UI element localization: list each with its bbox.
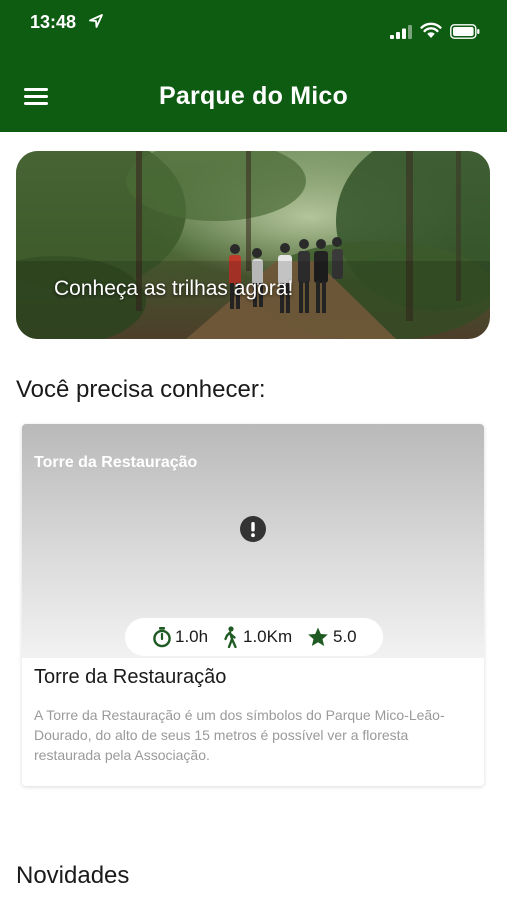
forest-trail-image	[16, 151, 490, 339]
status-time: 13:48	[30, 12, 77, 32]
hiker-icon	[224, 626, 237, 648]
distance-value: 1.0Km	[243, 627, 293, 646]
app-header: 13:48 Parque do Mico	[0, 0, 507, 132]
card-image-title: Torre da Restauração	[34, 454, 198, 471]
rating-stat: 5.0	[307, 627, 357, 647]
app-title: Parque do Mico	[159, 82, 348, 110]
stopwatch-icon	[153, 627, 171, 648]
rating-value: 5.0	[333, 627, 357, 646]
error-icon	[240, 516, 266, 542]
trails-hero-banner[interactable]: Conheça as trilhas agora!	[16, 151, 490, 339]
featured-section-title: Você precisa conhecer:	[16, 376, 266, 403]
card-description: A Torre da Restauração é um dos símbolos…	[34, 707, 445, 763]
hero-caption: Conheça as trilhas agora!	[54, 277, 294, 300]
card-image-placeholder: Torre da Restauração 1.0h 1.0Km 5.0	[22, 424, 484, 658]
wifi-icon	[420, 22, 442, 38]
news-section-title: Novidades	[16, 862, 130, 889]
trail-stats-pill: 1.0h 1.0Km 5.0	[125, 618, 383, 656]
duration-stat: 1.0h	[151, 627, 209, 648]
signal-icon	[390, 25, 412, 39]
duration-value: 1.0h	[175, 627, 209, 646]
battery-icon	[450, 24, 480, 39]
featured-trail-card[interactable]: Torre da Restauração 1.0h 1.0Km 5.0 Torr…	[22, 424, 484, 786]
status-bar: 13:48	[0, 0, 507, 46]
location-arrow-icon	[89, 14, 103, 28]
distance-stat: 1.0Km	[221, 626, 293, 648]
card-title: Torre da Restauração	[34, 666, 227, 688]
star-icon	[308, 627, 328, 646]
